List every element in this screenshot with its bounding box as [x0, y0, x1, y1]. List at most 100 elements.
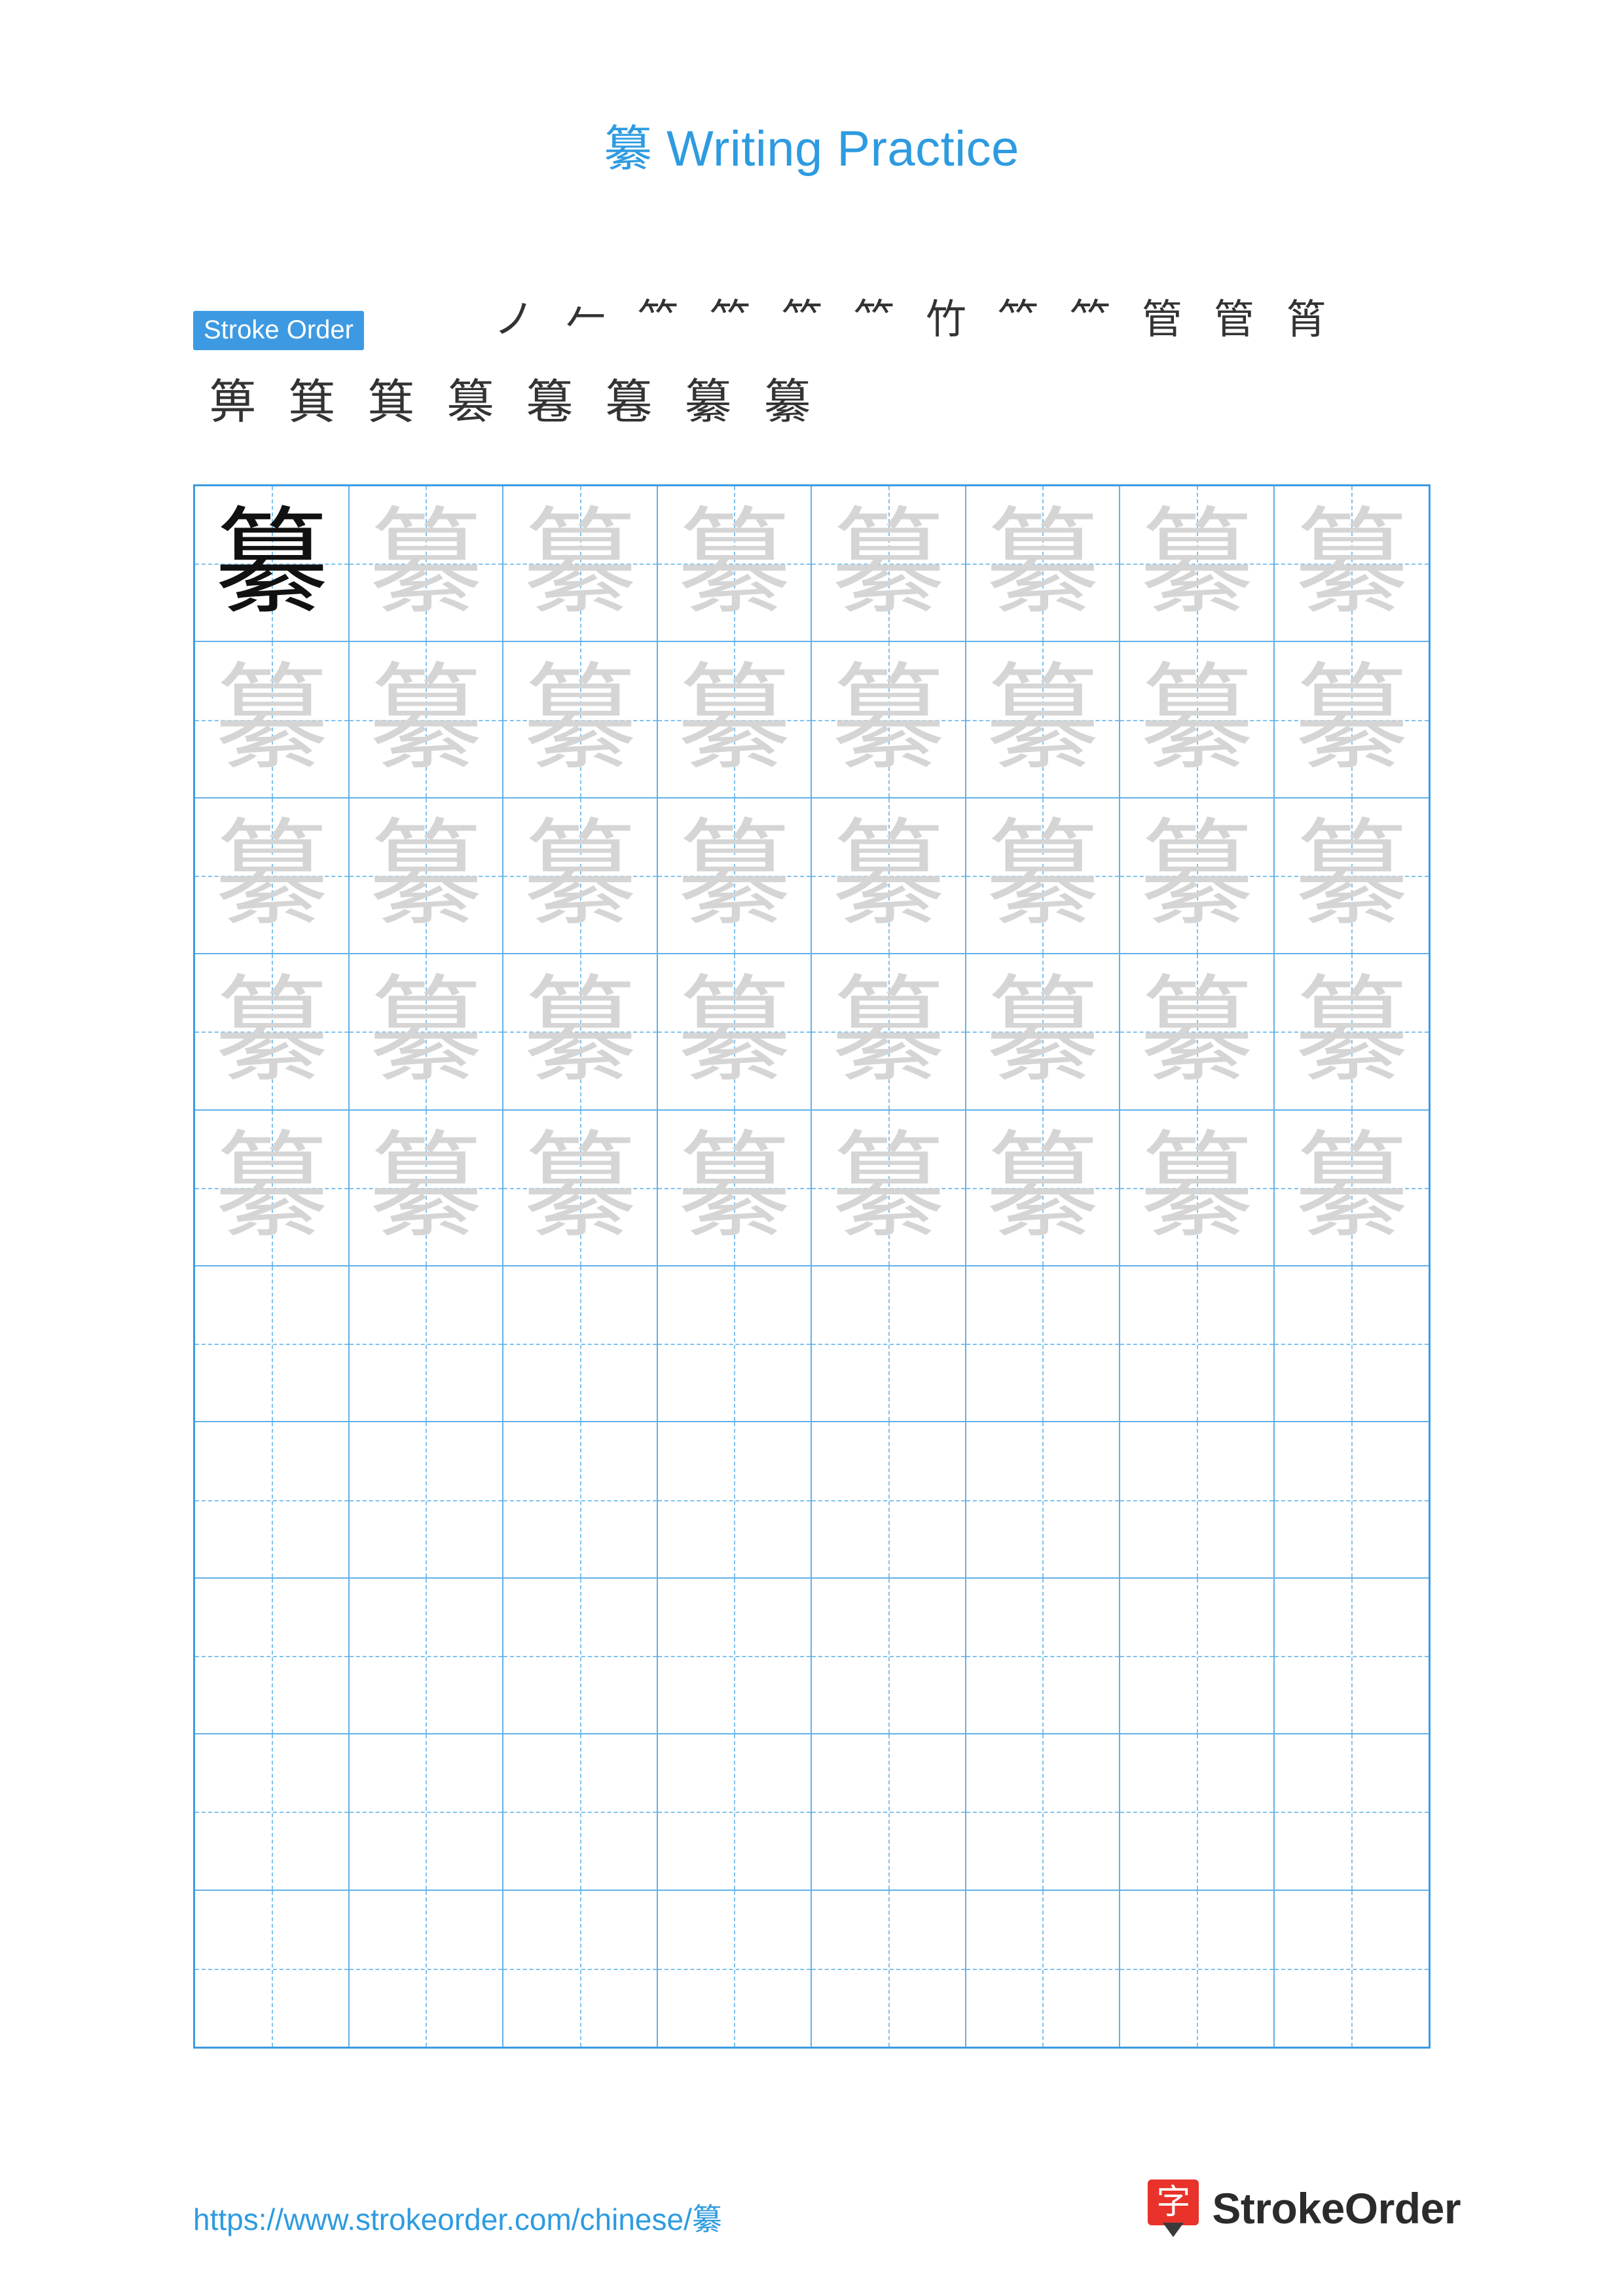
practice-cell[interactable]: 纂: [503, 486, 658, 643]
blank-character-slot: [1275, 1266, 1429, 1421]
trace-character: 纂: [676, 653, 792, 787]
practice-cell[interactable]: [195, 1734, 350, 1891]
blank-character-slot: [966, 1422, 1120, 1577]
practice-cell[interactable]: [1120, 1422, 1275, 1579]
practice-cell[interactable]: [195, 1578, 350, 1735]
practice-cell[interactable]: [349, 1734, 503, 1891]
practice-cell[interactable]: [1120, 1578, 1275, 1735]
trace-character: 纂: [368, 653, 483, 787]
practice-cell[interactable]: [1120, 1890, 1275, 2047]
practice-cell[interactable]: 纂: [657, 798, 812, 955]
practice-cell[interactable]: 纂: [195, 1110, 350, 1266]
practice-cell[interactable]: 纂: [657, 954, 812, 1111]
practice-cell[interactable]: 纂: [1120, 954, 1275, 1111]
practice-cell[interactable]: [657, 1578, 812, 1735]
blank-character-slot: [1275, 1579, 1429, 1733]
practice-cell[interactable]: [503, 1422, 658, 1579]
practice-cell[interactable]: [195, 1890, 350, 2047]
practice-cell[interactable]: [1274, 1734, 1429, 1891]
practice-cell[interactable]: 纂: [349, 954, 503, 1111]
practice-cell[interactable]: [966, 1890, 1120, 2047]
practice-cell[interactable]: 纂: [657, 642, 812, 798]
practice-cell[interactable]: [657, 1422, 812, 1579]
practice-cell[interactable]: [1120, 1734, 1275, 1891]
practice-cell[interactable]: 纂: [812, 954, 966, 1111]
practice-cell[interactable]: 纂: [812, 1110, 966, 1266]
practice-cell[interactable]: 纂: [966, 954, 1120, 1111]
practice-cell[interactable]: [657, 1266, 812, 1423]
practice-cell[interactable]: 纂: [195, 486, 350, 643]
practice-cell[interactable]: [1120, 1266, 1275, 1423]
practice-cell[interactable]: 纂: [349, 1110, 503, 1266]
trace-character: 纂: [522, 965, 638, 1098]
practice-cell[interactable]: [349, 1422, 503, 1579]
blank-character-slot: [658, 1266, 811, 1421]
practice-cell[interactable]: [349, 1266, 503, 1423]
practice-cell[interactable]: [503, 1578, 658, 1735]
practice-cell[interactable]: 纂: [812, 798, 966, 955]
trace-character: 纂: [831, 809, 946, 942]
stroke-step: 篹: [605, 374, 653, 429]
practice-cell[interactable]: 纂: [966, 1110, 1120, 1266]
practice-cell[interactable]: 纂: [195, 798, 350, 955]
model-character: 纂: [214, 497, 329, 630]
trace-character: 纂: [214, 965, 329, 1098]
practice-cell[interactable]: 纂: [349, 486, 503, 643]
trace-character: 纂: [1294, 497, 1409, 630]
practice-cell[interactable]: [503, 1734, 658, 1891]
practice-cell[interactable]: 纂: [1120, 642, 1275, 798]
practice-cell[interactable]: [503, 1890, 658, 2047]
practice-cell[interactable]: 纂: [1274, 1110, 1429, 1266]
practice-cell[interactable]: 纂: [966, 486, 1120, 643]
practice-cell[interactable]: [349, 1890, 503, 2047]
practice-cell[interactable]: [1274, 1578, 1429, 1735]
practice-cell[interactable]: [812, 1422, 966, 1579]
practice-cell[interactable]: 纂: [1274, 954, 1429, 1111]
practice-cell[interactable]: 纂: [349, 798, 503, 955]
practice-cell[interactable]: 纂: [195, 954, 350, 1111]
practice-cell[interactable]: 纂: [503, 954, 658, 1111]
practice-cell[interactable]: 纂: [657, 1110, 812, 1266]
blank-character-slot: [658, 1422, 811, 1577]
practice-cell[interactable]: 纂: [812, 642, 966, 798]
practice-cell[interactable]: [812, 1734, 966, 1891]
practice-cell[interactable]: 纂: [1274, 798, 1429, 955]
practice-cell[interactable]: 纂: [1120, 798, 1275, 955]
practice-cell[interactable]: [195, 1422, 350, 1579]
practice-cell[interactable]: 纂: [812, 486, 966, 643]
practice-cell[interactable]: [1274, 1890, 1429, 2047]
practice-cell[interactable]: [966, 1578, 1120, 1735]
practice-cell[interactable]: [812, 1578, 966, 1735]
practice-cell[interactable]: 纂: [503, 642, 658, 798]
trace-character: 纂: [522, 497, 638, 630]
practice-cell[interactable]: [966, 1734, 1120, 1891]
practice-cell[interactable]: [503, 1266, 658, 1423]
stroke-step: 𥫗: [1069, 295, 1110, 343]
practice-cell[interactable]: [966, 1266, 1120, 1423]
practice-cell[interactable]: 纂: [195, 642, 350, 798]
practice-cell[interactable]: 纂: [1120, 486, 1275, 643]
footer-url[interactable]: https://www.strokeorder.com/chinese/纂: [193, 2196, 722, 2239]
practice-cell[interactable]: [657, 1890, 812, 2047]
practice-cell[interactable]: [1274, 1422, 1429, 1579]
practice-cell[interactable]: [1274, 1266, 1429, 1423]
blank-character-slot: [812, 1734, 965, 1889]
practice-cell[interactable]: 纂: [1120, 1110, 1275, 1266]
practice-cell[interactable]: 纂: [1274, 642, 1429, 798]
stroke-step: 箕: [367, 374, 415, 429]
practice-cell[interactable]: 纂: [503, 1110, 658, 1266]
practice-cell[interactable]: [349, 1578, 503, 1735]
practice-cell[interactable]: [812, 1890, 966, 2047]
practice-cell[interactable]: [657, 1734, 812, 1891]
stroke-step: 管: [1141, 295, 1182, 343]
practice-cell[interactable]: 纂: [349, 642, 503, 798]
practice-cell[interactable]: 纂: [503, 798, 658, 955]
practice-cell[interactable]: [966, 1422, 1120, 1579]
practice-cell[interactable]: 纂: [966, 642, 1120, 798]
practice-cell[interactable]: [812, 1266, 966, 1423]
practice-cell[interactable]: 纂: [966, 798, 1120, 955]
practice-cell[interactable]: 纂: [657, 486, 812, 643]
blank-character-slot: [503, 1734, 657, 1889]
practice-cell[interactable]: [195, 1266, 350, 1423]
practice-cell[interactable]: 纂: [1274, 486, 1429, 643]
